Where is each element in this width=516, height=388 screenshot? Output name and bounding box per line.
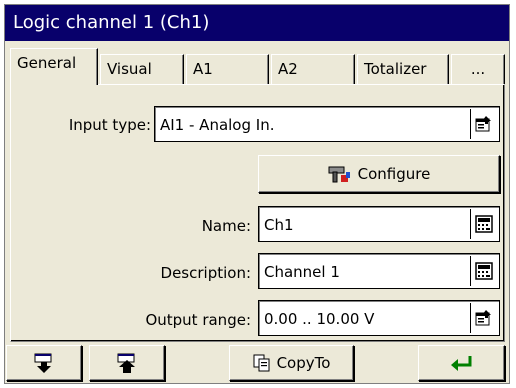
tab-a1[interactable]: A1 <box>186 54 269 84</box>
tab-visual[interactable]: Visual <box>100 54 184 84</box>
properties-icon[interactable] <box>470 303 497 333</box>
output-range-field[interactable]: 0.00 .. 10.00 V <box>258 300 500 336</box>
window-title: Logic channel 1 (Ch1) <box>5 5 509 41</box>
tab-visual-label: Visual <box>107 60 152 78</box>
description-field[interactable]: Channel 1 <box>258 253 500 289</box>
tab-a2[interactable]: A2 <box>271 54 355 84</box>
general-panel: Input type: AI1 - Analog In. Configure N… <box>10 84 505 342</box>
output-range-label: Output range: <box>145 311 251 329</box>
tab-general-label: General <box>17 54 77 72</box>
keyboard-icon[interactable] <box>470 209 497 239</box>
tab-more-label: ... <box>470 60 486 78</box>
keyboard-icon[interactable] <box>470 256 497 286</box>
configure-icon <box>328 164 352 184</box>
copyto-button[interactable]: CopyTo <box>229 345 354 381</box>
tab-totalizer[interactable]: Totalizer <box>357 54 449 84</box>
description-value: Channel 1 <box>264 263 340 281</box>
description-label: Description: <box>160 264 251 282</box>
tab-a2-label: A2 <box>278 60 298 78</box>
output-range-value: 0.00 .. 10.00 V <box>264 310 375 328</box>
input-type-label: Input type: <box>68 116 151 134</box>
enter-icon <box>449 353 475 373</box>
move-down-button[interactable] <box>6 345 82 381</box>
move-up-icon <box>116 352 138 374</box>
properties-icon[interactable] <box>470 109 497 139</box>
move-down-icon <box>33 352 55 374</box>
name-value: Ch1 <box>264 216 294 234</box>
copyto-label: CopyTo <box>276 354 331 372</box>
name-field[interactable]: Ch1 <box>258 206 500 242</box>
input-type-field[interactable]: AI1 - Analog In. <box>154 106 500 142</box>
tab-totalizer-label: Totalizer <box>364 60 427 78</box>
input-type-value: AI1 - Analog In. <box>160 116 275 134</box>
tab-general[interactable]: General <box>10 48 98 85</box>
name-label: Name: <box>201 217 251 235</box>
copy-icon <box>253 354 271 372</box>
configure-label: Configure <box>357 165 431 183</box>
configure-button[interactable]: Configure <box>258 155 500 193</box>
tab-a1-label: A1 <box>193 60 213 78</box>
move-up-button[interactable] <box>89 345 165 381</box>
tab-more[interactable]: ... <box>451 54 505 84</box>
enter-button[interactable] <box>418 345 505 381</box>
logic-channel-dialog: Logic channel 1 (Ch1) General Visual A1 … <box>4 4 510 384</box>
